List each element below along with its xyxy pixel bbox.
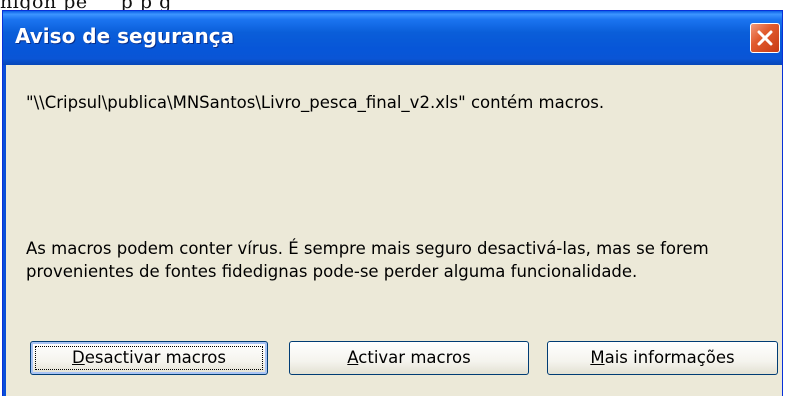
more-info-rest: ais informações <box>604 348 735 367</box>
disable-macros-label: Desactivar macros <box>31 342 267 374</box>
dialog-body: "\\Cripsul\publica\MNSantos\Livro_pesca_… <box>3 65 782 396</box>
macro-warning-message: As macros podem conter vírus. É sempre m… <box>26 239 709 281</box>
dialog-title: Aviso de segurança <box>15 24 235 48</box>
enable-macros-label: Activar macros <box>290 342 528 374</box>
enable-macros-button[interactable]: Activar macros <box>289 341 529 375</box>
enable-macros-accel: A <box>347 348 359 367</box>
security-warning-dialog: Aviso de segurança "\\Cripsul\publica\MN… <box>2 10 783 396</box>
disable-macros-rest: esactivar macros <box>84 348 226 367</box>
more-info-button[interactable]: Mais informações <box>547 341 778 375</box>
disable-macros-button[interactable]: Desactivar macros <box>30 341 268 375</box>
close-icon <box>757 30 773 46</box>
close-button[interactable] <box>750 23 780 53</box>
title-bar[interactable]: Aviso de segurança <box>3 11 782 65</box>
disable-macros-accel: D <box>72 348 85 367</box>
more-info-label: Mais informações <box>548 342 777 374</box>
file-macro-message: "\\Cripsul\publica\MNSantos\Livro_pesca_… <box>26 93 605 112</box>
more-info-accel: M <box>590 348 605 367</box>
enable-macros-rest: ctivar macros <box>358 348 471 367</box>
